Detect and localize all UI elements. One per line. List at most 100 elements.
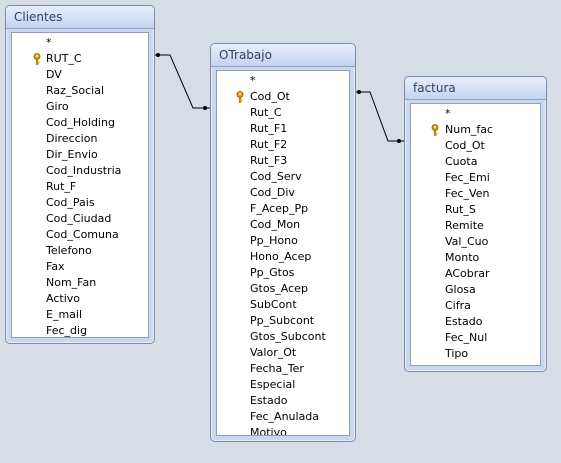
field-label: * [46, 36, 52, 49]
field-label: Gtos_Subcont [250, 330, 326, 343]
field-label: Pp_Hono [250, 234, 298, 247]
field-row[interactable]: Hono_Acep [217, 249, 349, 265]
field-row[interactable]: Fax [12, 259, 148, 275]
field-label: Fec_Emi [445, 171, 490, 184]
field-row[interactable]: Pp_Hono [217, 233, 349, 249]
field-row[interactable]: RUT_C [12, 51, 148, 67]
field-list[interactable]: * Num_fac Cod_Ot Cuota Fec_Emi Fec_Ven Rut_S Re… [410, 103, 541, 366]
field-row[interactable]: Cod_Holding [12, 115, 148, 131]
field-row[interactable]: Rut_F2 [217, 137, 349, 153]
field-label: Cod_Comuna [46, 228, 119, 241]
field-label: Estado [445, 315, 483, 328]
field-row[interactable]: Monto [411, 250, 540, 266]
field-row[interactable]: Activo [12, 291, 148, 307]
field-label: * [445, 107, 451, 120]
table-title[interactable]: factura [405, 77, 546, 100]
relationship-end-dot [397, 139, 401, 143]
field-label: Fec_dig [46, 324, 88, 337]
field-row[interactable]: Gtos_Acep [217, 281, 349, 297]
field-row[interactable]: Fec_dig [12, 323, 148, 337]
field-row[interactable]: Num_fac [411, 122, 540, 138]
field-label: Cod_Ot [445, 139, 485, 152]
table-otrabajo[interactable]: OTrabajo * Cod_Ot Rut_C Rut_F1 Rut_F2 Rut_F3 C… [210, 43, 356, 442]
field-row[interactable]: Cod_Ot [411, 138, 540, 154]
field-label: Estado [250, 394, 288, 407]
field-row[interactable]: Cod_Ciudad [12, 211, 148, 227]
field-row[interactable]: Especial [217, 377, 349, 393]
field-label: Fec_Anulada [250, 410, 320, 423]
field-row[interactable]: Giro [12, 99, 148, 115]
field-row[interactable]: Cuota [411, 154, 540, 170]
field-row[interactable]: Fec_Anulada [217, 409, 349, 425]
field-row[interactable]: Cod_Div [217, 185, 349, 201]
field-row[interactable]: E_mail [12, 307, 148, 323]
field-label: Fecha_Ter [250, 362, 304, 375]
field-row[interactable]: Telefono [12, 243, 148, 259]
field-label: Fax [46, 260, 65, 273]
field-row[interactable]: Raz_Social [12, 83, 148, 99]
field-label: Telefono [46, 244, 92, 257]
field-label: F_Acep_Pp [250, 202, 309, 215]
field-row[interactable]: Cod_Serv [217, 169, 349, 185]
field-row[interactable]: Tipo [411, 346, 540, 362]
field-label: Monto [445, 251, 480, 264]
field-row[interactable]: Cifra [411, 298, 540, 314]
field-row[interactable]: Remite [411, 218, 540, 234]
field-row[interactable]: Pp_Subcont [217, 313, 349, 329]
field-label: ACobrar [445, 267, 490, 280]
field-row[interactable]: Cod_Comuna [12, 227, 148, 243]
field-row[interactable]: Fec_Emi [411, 170, 540, 186]
field-row[interactable]: Direccion [12, 131, 148, 147]
field-row[interactable]: * [411, 106, 540, 122]
table-title[interactable]: OTrabajo [211, 44, 355, 67]
field-row[interactable]: DV [12, 67, 148, 83]
field-row[interactable]: * [12, 35, 148, 51]
field-list[interactable]: * RUT_C DV Raz_Social Giro Cod_Holding Direcci… [11, 32, 149, 338]
field-row[interactable]: Rut_C [217, 105, 349, 121]
field-row[interactable]: Fec_Ven [411, 186, 540, 202]
field-row[interactable]: Rut_F1 [217, 121, 349, 137]
relationship-end-dot [203, 106, 207, 110]
field-row[interactable]: ACobrar [411, 266, 540, 282]
field-label: RUT_C [46, 52, 82, 65]
field-label: Rut_S [445, 203, 476, 216]
field-label: Fec_Nul [445, 331, 488, 344]
field-row[interactable]: Nom_Fan [12, 275, 148, 291]
key-icon [236, 91, 244, 103]
field-row[interactable]: Gtos_Subcont [217, 329, 349, 345]
field-label: Giro [46, 100, 69, 113]
relationship-otrabajo-factura [354, 91, 404, 142]
field-row[interactable]: Fecha_Ter [217, 361, 349, 377]
field-label: Cod_Ot [250, 90, 290, 103]
field-row[interactable]: Cod_Ot [217, 89, 349, 105]
table-clientes[interactable]: Clientes * RUT_C DV Raz_Social Giro Cod_Holdi… [5, 5, 155, 344]
field-row[interactable]: Motivo [217, 425, 349, 435]
field-row[interactable]: Glosa [411, 282, 540, 298]
field-list[interactable]: * Cod_Ot Rut_C Rut_F1 Rut_F2 Rut_F3 Cod_Serv Co… [216, 70, 350, 436]
field-label: Cod_Serv [250, 170, 302, 183]
field-row[interactable]: Rut_F3 [217, 153, 349, 169]
field-row[interactable]: Cod_Pais [12, 195, 148, 211]
table-factura[interactable]: factura * Num_fac Cod_Ot Cuota Fec_Emi Fec_Ve… [404, 76, 547, 372]
field-row[interactable]: SubCont [217, 297, 349, 313]
field-row[interactable]: Fec_Nul [411, 330, 540, 346]
field-row[interactable]: Valor_Ot [217, 345, 349, 361]
field-row[interactable]: Rut_F [12, 179, 148, 195]
field-label: * [250, 74, 256, 87]
field-row[interactable]: Cod_Mon [217, 217, 349, 233]
field-row[interactable]: Cod_Industria [12, 163, 148, 179]
relationship-clientes-otrabajo [153, 54, 210, 109]
field-label: Cuota [445, 155, 478, 168]
field-row[interactable]: Dir_Envio [12, 147, 148, 163]
field-row[interactable]: Estado [411, 314, 540, 330]
field-row[interactable]: F_Acep_Pp [217, 201, 349, 217]
field-row[interactable]: Rut_S [411, 202, 540, 218]
field-label: Cod_Holding [46, 116, 115, 129]
field-row[interactable]: Val_Cuo [411, 234, 540, 250]
field-label: DV [46, 68, 62, 81]
field-row[interactable]: Estado [217, 393, 349, 409]
field-row[interactable]: * [217, 73, 349, 89]
table-title[interactable]: Clientes [6, 6, 154, 29]
field-label: Fec_Ven [445, 187, 490, 200]
field-row[interactable]: Pp_Gtos [217, 265, 349, 281]
